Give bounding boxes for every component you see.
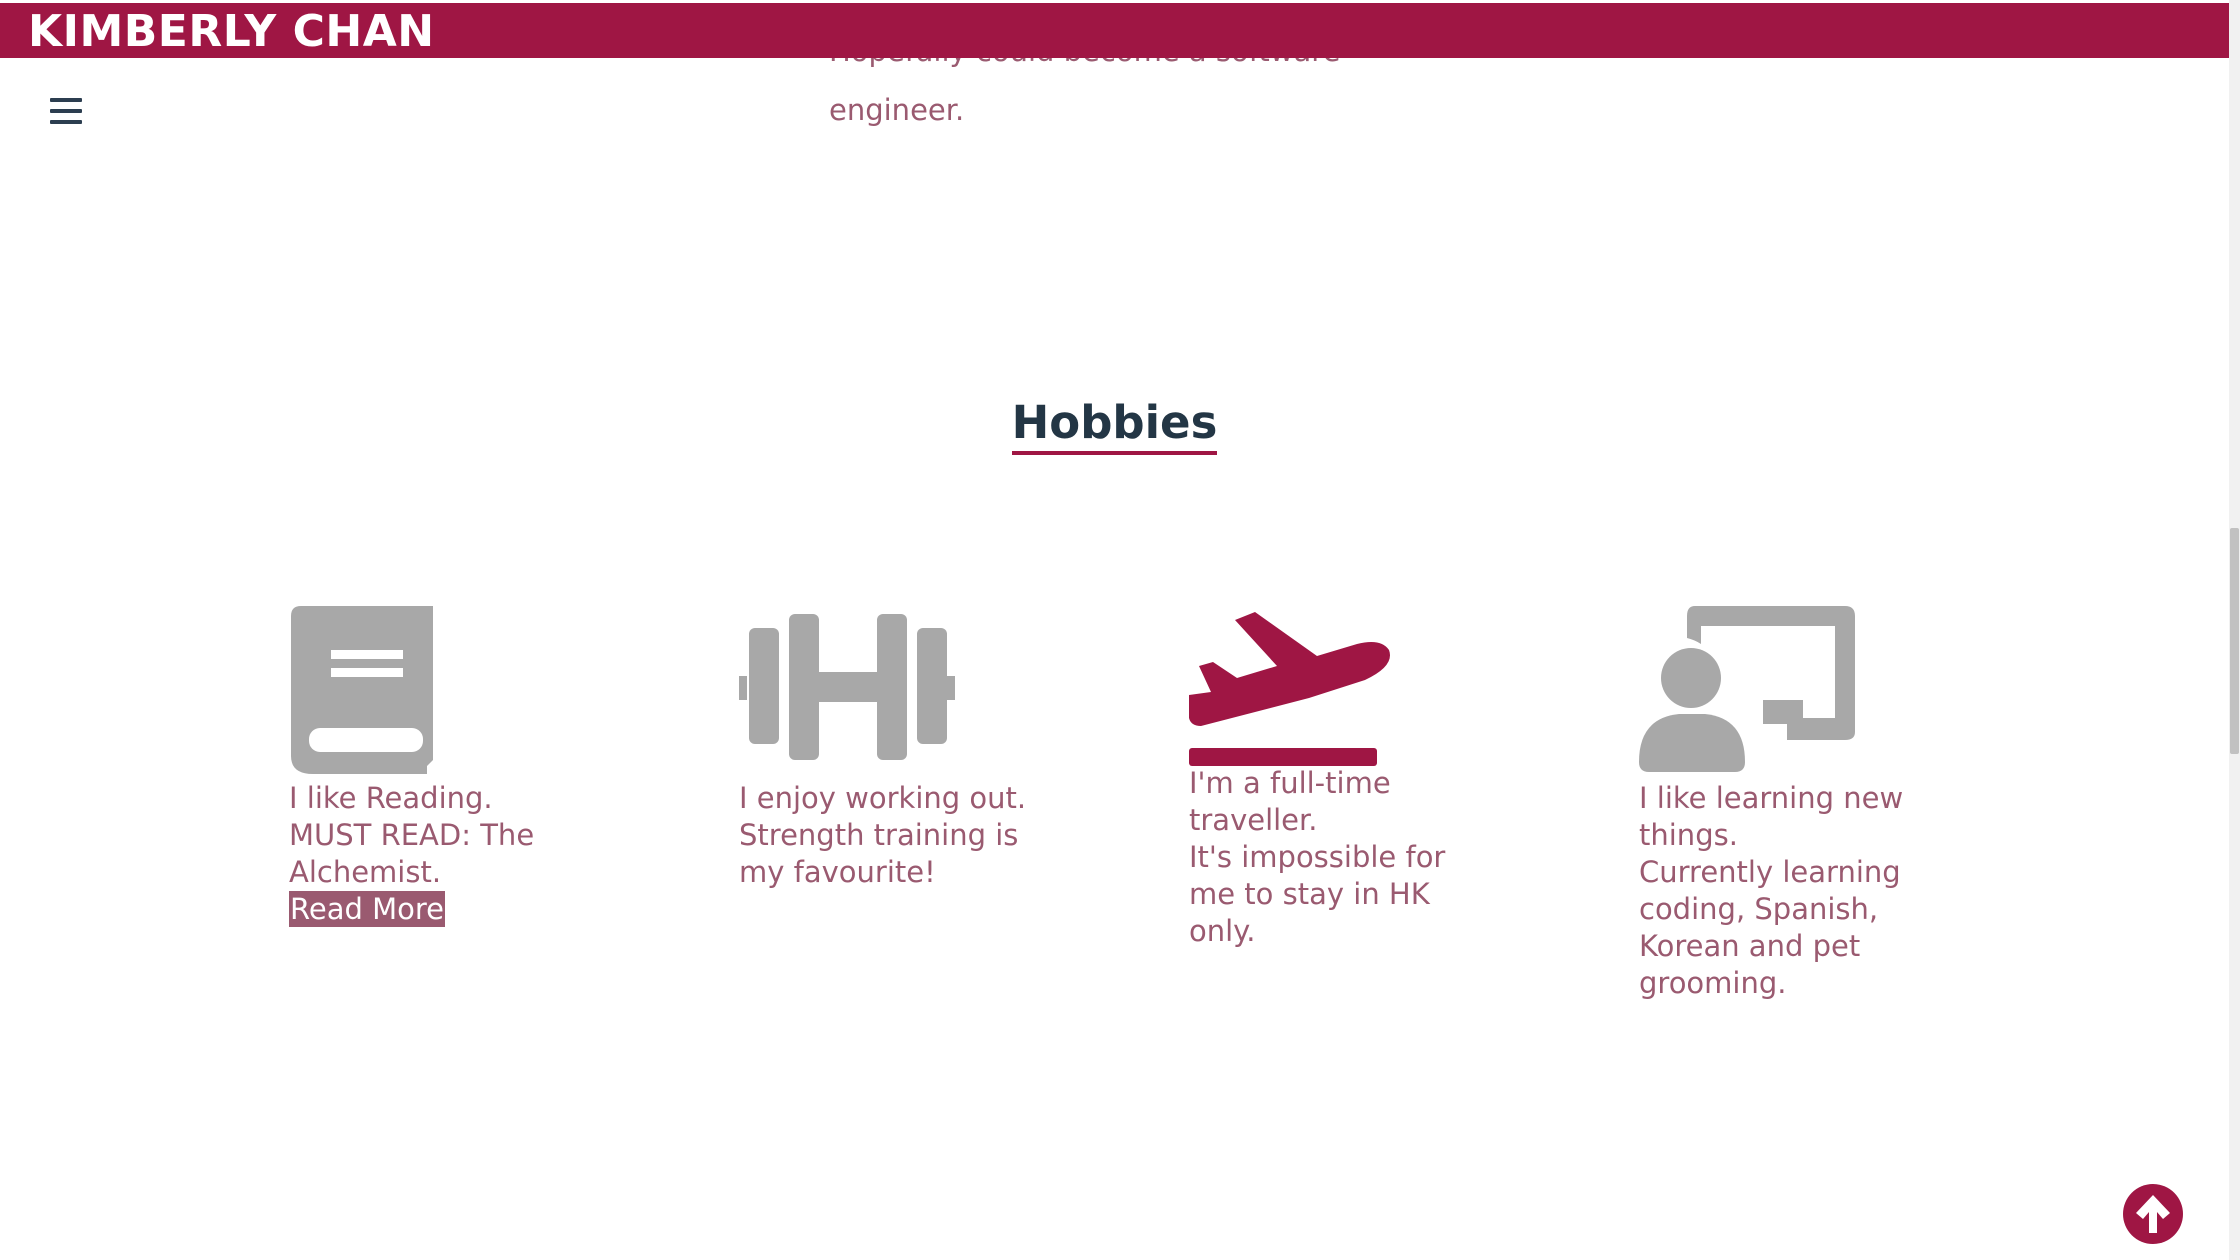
intro-line-2: engineer. — [829, 93, 965, 127]
hamburger-menu-icon[interactable] — [48, 98, 84, 128]
scrollbar-thumb[interactable] — [2230, 528, 2239, 754]
hobbies-heading: Hobbies — [0, 396, 2229, 455]
scrollbar-track[interactable] — [2229, 0, 2240, 1260]
hobby-card-learning: I like learning new things. Currently le… — [1639, 600, 1969, 1002]
chalkboard-teacher-icon — [1639, 606, 1855, 772]
read-more-link[interactable]: Read More — [289, 891, 445, 927]
header-bar: KIMBERLY CHAN — [0, 0, 2229, 58]
dumbbell-icon — [739, 614, 955, 760]
hobby-learning-text: I like learning new things. Currently le… — [1639, 781, 1904, 1000]
hobby-workout-text: I enjoy working out. Strength training i… — [739, 781, 1027, 889]
arrow-up-circle-icon[interactable] — [2122, 1183, 2184, 1245]
site-title[interactable]: KIMBERLY CHAN — [28, 5, 435, 59]
plane-departure-icon — [1189, 612, 1390, 766]
hobbies-heading-text: Hobbies — [1011, 397, 1218, 455]
hobby-card-workout: I enjoy working out. Strength training i… — [739, 600, 1069, 891]
hobby-card-reading: I like Reading. MUST READ: The Alchemist… — [289, 600, 619, 927]
hobby-reading-text: I like Reading. MUST READ: The Alchemist… — [289, 781, 535, 889]
hobby-card-travel: I'm a full-time traveller. It's impossib… — [1189, 585, 1519, 950]
hobby-travel-text: I'm a full-time traveller. It's impossib… — [1189, 766, 1446, 948]
page: Hopefully could become a software engine… — [0, 0, 2240, 1260]
book-icon — [291, 606, 433, 774]
